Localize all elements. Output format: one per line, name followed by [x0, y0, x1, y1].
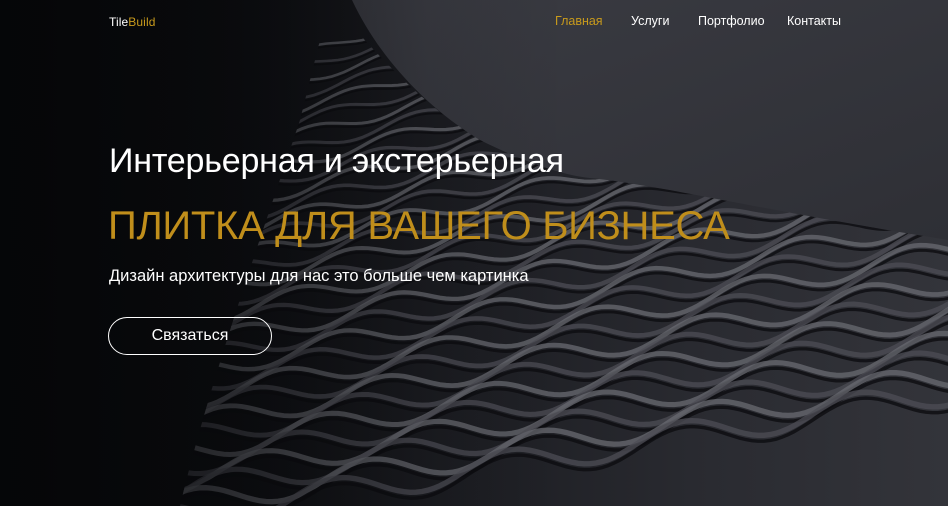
hero-subtitle: Дизайн архитектуры для нас это больше че…	[109, 267, 529, 285]
hero-overlay	[0, 0, 948, 506]
hero-title-line1: Интерьерная и экстерьерная	[109, 142, 564, 180]
brand-logo[interactable]: TileBuild	[109, 15, 155, 29]
nav-item-home[interactable]: Главная	[555, 14, 603, 28]
nav-item-portfolio[interactable]: Портфолио	[698, 14, 765, 28]
nav-item-services[interactable]: Услуги	[631, 14, 669, 28]
hero-section: TileBuild Главная Услуги Портфолио Конта…	[0, 0, 948, 506]
hero-title-line2: ПЛИТКА ДЛЯ ВАШЕГО БИЗНЕСА	[108, 204, 730, 248]
nav-item-contacts[interactable]: Контакты	[787, 14, 841, 28]
brand-logo-part1: Tile	[109, 15, 129, 29]
brand-logo-part2: Build	[128, 15, 156, 29]
contact-button[interactable]: Связаться	[108, 317, 272, 355]
